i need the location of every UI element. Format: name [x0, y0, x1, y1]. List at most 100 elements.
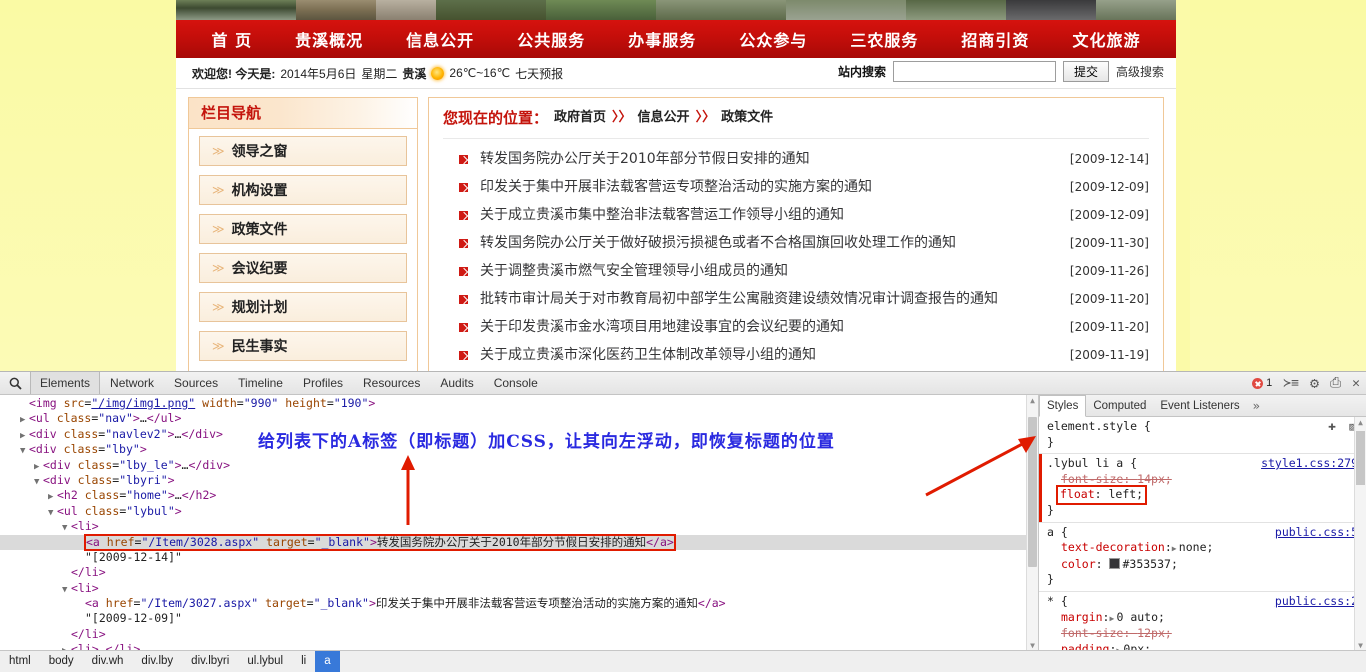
tab-profiles[interactable]: Profiles: [293, 372, 353, 394]
style-source-link[interactable]: public.css:2: [1275, 594, 1358, 610]
nav-item-public-participation[interactable]: 公众参与: [739, 27, 807, 51]
article-title-link[interactable]: 印发关于集中开展非法载客营运专项整治活动的实施方案的通知: [480, 173, 872, 201]
style-source-link[interactable]: style1.css:279: [1261, 456, 1358, 472]
tab-computed[interactable]: Computed: [1086, 396, 1153, 416]
article-title-link[interactable]: 关于成立贵溪市集中整治非法载客营运工作领导小组的通知: [480, 201, 844, 229]
error-badge-icon[interactable]: 1: [1252, 377, 1272, 389]
tab-styles[interactable]: Styles: [1039, 395, 1087, 417]
dom-node[interactable]: <img src="/img/img1.png" width="990" hei…: [0, 396, 1038, 411]
nav-item-home[interactable]: 首 页: [212, 27, 253, 51]
scroll-up-arrow-icon[interactable]: ▲: [1355, 417, 1366, 428]
style-property-value[interactable]: left;: [1108, 487, 1143, 501]
list-item[interactable]: 转发国务院办公厅关于2010年部分节假日安排的通知 [2009-12-14]: [443, 145, 1149, 173]
breadcrumb-node-li[interactable]: li: [292, 651, 315, 672]
dom-node[interactable]: </li>: [0, 627, 1038, 642]
breadcrumb-node-div-lbyri[interactable]: div.lbyri: [182, 651, 238, 672]
styles-more-tabs-icon[interactable]: »: [1247, 396, 1266, 416]
dom-node[interactable]: "[2009-12-14]": [0, 550, 1038, 565]
nav-item-culture-tourism[interactable]: 文化旅游: [1072, 27, 1140, 51]
dom-node[interactable]: ▼ <li>: [0, 581, 1038, 596]
list-item[interactable]: 关于成立贵溪市深化医药卫生体制改革领导小组的通知 [2009-11-19]: [443, 341, 1149, 369]
tab-resources[interactable]: Resources: [353, 372, 430, 394]
sidebar-item-label[interactable]: 规划计划: [232, 297, 288, 317]
style-property-name[interactable]: font-size: [1061, 472, 1123, 486]
dom-node[interactable]: <a href="/Item/3027.aspx" target="_blank…: [0, 596, 1038, 611]
article-title-link[interactable]: 批转市审计局关于对市教育局初中部学生公寓融资建设绩效情况审计调查报告的通知: [480, 285, 998, 313]
breadcrumb-item-home[interactable]: 政府首页: [554, 98, 606, 138]
search-input[interactable]: [892, 61, 1056, 82]
list-item[interactable]: 关于印发贵溪市金水湾项目用地建设事宜的会议纪要的通知 [2009-11-20]: [443, 313, 1149, 341]
style-property-name[interactable]: color: [1061, 557, 1096, 571]
breadcrumb-node-ul-lybul[interactable]: ul.lybul: [238, 651, 292, 672]
article-title-link[interactable]: 转发国务院办公厅关于2010年部分节假日安排的通知: [480, 145, 810, 173]
sidebar-item-planning[interactable]: ≫ 规划计划: [199, 292, 407, 322]
style-property-name[interactable]: margin: [1061, 610, 1103, 624]
dom-node[interactable]: "[2009-12-09]": [0, 611, 1038, 626]
sidebar-item-label[interactable]: 会议纪要: [232, 258, 288, 278]
search-icon[interactable]: [0, 377, 30, 390]
list-item[interactable]: 关于调整贵溪市燃气安全管理领导小组成员的通知 [2009-11-26]: [443, 257, 1149, 285]
tab-console[interactable]: Console: [484, 372, 548, 394]
disclosure-triangle-icon[interactable]: ▶: [1172, 541, 1179, 557]
list-item[interactable]: 关于成立贵溪市集中整治非法载客营运工作领导小组的通知 [2009-12-09]: [443, 201, 1149, 229]
tab-audits[interactable]: Audits: [430, 372, 483, 394]
nav-item-info-disclosure[interactable]: 信息公开: [406, 27, 474, 51]
style-property-value[interactable]: none;: [1179, 540, 1214, 554]
close-icon[interactable]: ✕: [1352, 377, 1360, 390]
advanced-search-link[interactable]: 高级搜索: [1116, 63, 1164, 80]
list-item[interactable]: 印发关于集中开展非法载客营运专项整治活动的实施方案的通知 [2009-12-09…: [443, 173, 1149, 201]
style-property-value[interactable]: 0 auto;: [1116, 610, 1164, 624]
dock-window-icon[interactable]: ⎙: [1330, 376, 1341, 390]
sidebar-item-meeting-minutes[interactable]: ≫ 会议纪要: [199, 253, 407, 283]
search-submit-button[interactable]: 提交: [1062, 61, 1109, 82]
color-swatch-icon[interactable]: [1109, 557, 1121, 569]
sidebar-item-label[interactable]: 领导之窗: [232, 141, 288, 161]
nav-item-public-service[interactable]: 公共服务: [517, 27, 585, 51]
dom-node[interactable]: ▶ <h2 class="home">…</h2>: [0, 488, 1038, 503]
nav-item-investment[interactable]: 招商引资: [961, 27, 1029, 51]
nav-item-overview[interactable]: 贵溪概况: [295, 27, 363, 51]
article-title-link[interactable]: 关于成立贵溪市深化医药卫生体制改革领导小组的通知: [480, 341, 816, 369]
article-title-link[interactable]: 关于印发贵溪市金水湾项目用地建设事宜的会议纪要的通知: [480, 313, 844, 341]
style-property-name[interactable]: font-size: [1061, 626, 1123, 640]
sidebar-item-leaders[interactable]: ≫ 领导之窗: [199, 136, 407, 166]
dom-node[interactable]: ▶ <ul class="nav">…</ul>: [0, 411, 1038, 426]
style-property-name[interactable]: float: [1060, 487, 1095, 501]
breadcrumb-item-disclosure[interactable]: 信息公开: [638, 98, 690, 138]
breadcrumb-node-a[interactable]: a: [315, 651, 340, 672]
scroll-thumb[interactable]: [1356, 431, 1365, 485]
dom-node[interactable]: ▶ <div class="lby_le">…</div>: [0, 458, 1038, 473]
add-rule-icon[interactable]: ✚: [1328, 419, 1336, 435]
sidebar-item-label[interactable]: 机构设置: [232, 180, 288, 200]
styles-scrollbar[interactable]: ▲ ▼: [1354, 417, 1366, 651]
tab-elements[interactable]: Elements: [30, 372, 101, 394]
sidebar-item-policy-documents[interactable]: ≫ 政策文件: [199, 214, 407, 244]
dom-tree-pane[interactable]: <img src="/img/img1.png" width="990" hei…: [0, 395, 1039, 651]
breadcrumb-node-div-wh[interactable]: div.wh: [83, 651, 133, 672]
sidebar-item-label[interactable]: 民生事实: [232, 336, 288, 356]
sidebar-item-organization[interactable]: ≫ 机构设置: [199, 175, 407, 205]
list-item[interactable]: 批转市审计局关于对市教育局初中部学生公寓融资建设绩效情况审计调查报告的通知 [2…: [443, 285, 1149, 313]
style-property-value[interactable]: #353537;: [1122, 557, 1177, 571]
tab-network[interactable]: Network: [100, 372, 164, 394]
list-item[interactable]: 转发国务院办公厅关于做好破损污损褪色或者不合格国旗回收处理工作的通知 [2009…: [443, 229, 1149, 257]
style-property-value[interactable]: 12px;: [1137, 626, 1172, 640]
breadcrumb-node-div-lby[interactable]: div.lby: [132, 651, 182, 672]
breadcrumb-node-html[interactable]: html: [0, 651, 40, 672]
dom-node[interactable]: ▼ <ul class="lybul">: [0, 504, 1038, 519]
style-property-value[interactable]: 14px;: [1137, 472, 1172, 486]
tab-timeline[interactable]: Timeline: [228, 372, 293, 394]
style-property-name[interactable]: text-decoration: [1061, 540, 1165, 554]
sidebar-item-label[interactable]: 政策文件: [232, 219, 288, 239]
console-drawer-icon[interactable]: ≻≡: [1283, 377, 1299, 390]
dom-node-selected[interactable]: <a href="/Item/3028.aspx" target="_blank…: [0, 533, 1038, 551]
dom-node[interactable]: ▼ <div class="lbyri">: [0, 473, 1038, 488]
article-title-link[interactable]: 关于调整贵溪市燃气安全管理领导小组成员的通知: [480, 257, 788, 285]
style-source-link[interactable]: public.css:5: [1275, 525, 1358, 541]
dom-node[interactable]: </li>: [0, 565, 1038, 580]
nav-item-agriculture-service[interactable]: 三农服务: [850, 27, 918, 51]
seven-day-forecast-link[interactable]: 七天预报: [515, 65, 563, 82]
scroll-up-arrow-icon[interactable]: ▲: [1027, 395, 1038, 406]
article-title-link[interactable]: 转发国务院办公厅关于做好破损污损褪色或者不合格国旗回收处理工作的通知: [480, 229, 956, 257]
nav-item-affairs-service[interactable]: 办事服务: [628, 27, 696, 51]
